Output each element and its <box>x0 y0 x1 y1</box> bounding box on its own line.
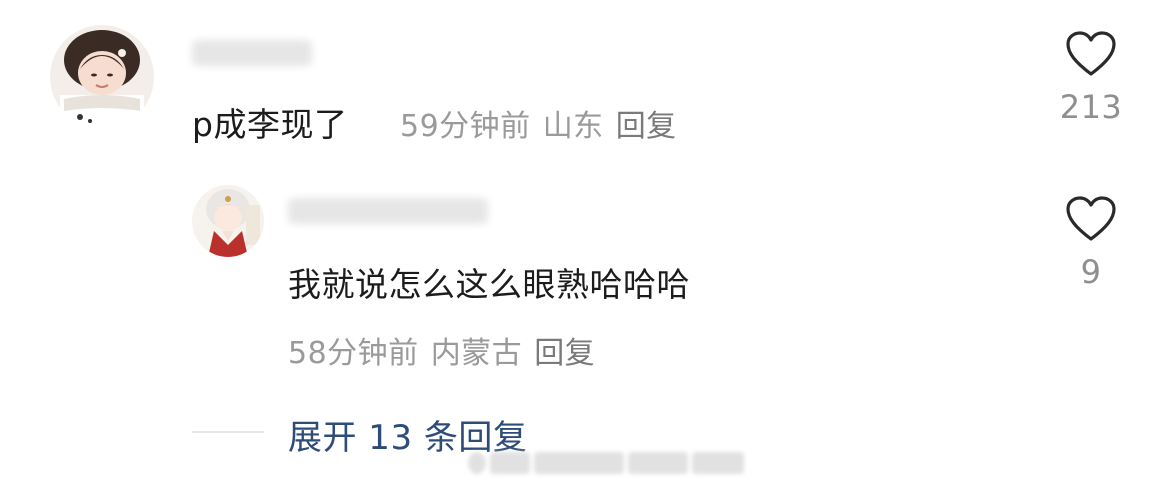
comment-meta: 59分钟前 山东 回复 <box>400 101 677 145</box>
avatar-reply[interactable] <box>192 185 264 257</box>
reply-button[interactable]: 回复 <box>616 109 677 144</box>
reply-time: 58分钟前 <box>288 336 419 371</box>
reply-button[interactable]: 回复 <box>534 336 595 371</box>
comment-text: p成李现了 <box>192 105 348 144</box>
comment-time: 59分钟前 <box>400 109 531 144</box>
avatar-image <box>192 185 264 257</box>
comment-location: 山东 <box>542 109 604 144</box>
reply-meta: 58分钟前 内蒙古 回复 <box>288 328 595 372</box>
avatar-comment-1[interactable] <box>50 25 154 129</box>
like-button-comment-1[interactable]: 213 <box>1046 30 1136 126</box>
username-blurred[interactable] <box>192 40 312 66</box>
reply-text: 我就说怎么这么眼熟哈哈哈 <box>288 265 690 304</box>
like-count: 213 <box>1059 88 1123 126</box>
watermark <box>468 452 744 474</box>
avatar-image <box>50 25 154 129</box>
reply-location: 内蒙古 <box>430 336 523 371</box>
heart-outline-icon <box>1066 196 1116 241</box>
heart-outline-icon <box>1066 31 1116 76</box>
divider-line <box>192 431 264 433</box>
like-button-reply[interactable]: 9 <box>1046 195 1136 291</box>
username-blurred[interactable] <box>288 198 488 224</box>
like-count: 9 <box>1080 253 1102 291</box>
